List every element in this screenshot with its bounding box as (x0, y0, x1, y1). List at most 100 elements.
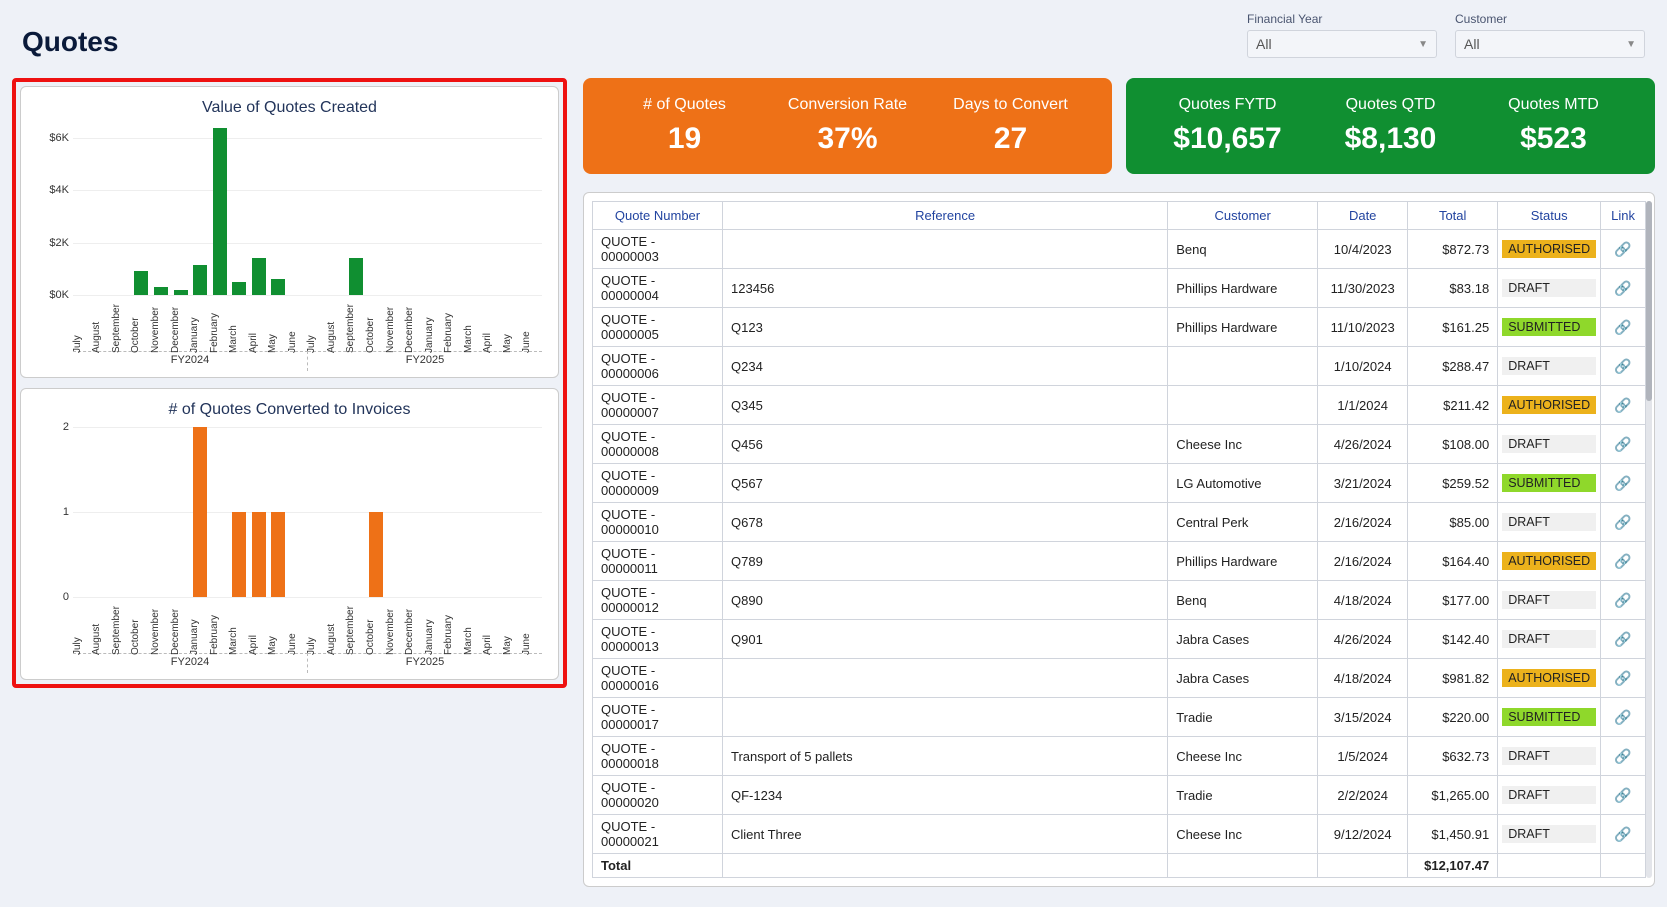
bar[interactable] (193, 265, 207, 295)
bar[interactable] (369, 512, 383, 597)
column-header[interactable]: Quote Number (593, 202, 723, 230)
x-tick: September (347, 295, 367, 351)
bar[interactable] (349, 258, 363, 295)
bar[interactable] (252, 258, 266, 295)
table-row[interactable]: QUOTE - 00000004123456Phillips Hardware1… (593, 269, 1646, 308)
bar[interactable] (193, 427, 207, 597)
table-row[interactable]: QUOTE - 00000018Transport of 5 palletsCh… (593, 737, 1646, 776)
bar[interactable] (134, 271, 148, 295)
cell-link[interactable]: 🔗 (1601, 659, 1646, 698)
cell-total: $83.18 (1408, 269, 1498, 308)
bar[interactable] (252, 512, 266, 597)
x-tick: September (112, 597, 132, 653)
link-icon[interactable]: 🔗 (1614, 241, 1631, 257)
link-icon[interactable]: 🔗 (1614, 475, 1631, 491)
x-tick: December (171, 597, 191, 653)
kpi-label: Quotes MTD (1472, 96, 1635, 114)
link-icon[interactable]: 🔗 (1614, 514, 1631, 530)
table-row[interactable]: QUOTE - 00000007Q3451/1/2024$211.42AUTHO… (593, 386, 1646, 425)
cell-link[interactable]: 🔗 (1601, 308, 1646, 347)
status-badge: SUBMITTED (1502, 474, 1596, 492)
table-row[interactable]: QUOTE - 00000011Q789Phillips Hardware2/1… (593, 542, 1646, 581)
cell-reference: Q890 (723, 581, 1168, 620)
bar[interactable] (271, 279, 285, 295)
status-badge: DRAFT (1502, 435, 1596, 453)
cell-link[interactable]: 🔗 (1601, 503, 1646, 542)
status-badge: AUTHORISED (1502, 396, 1596, 414)
cell-link[interactable]: 🔗 (1601, 269, 1646, 308)
link-icon[interactable]: 🔗 (1614, 631, 1631, 647)
chart-value-quotes[interactable]: Value of Quotes Created$0K$2K$4K$6KJulyA… (20, 86, 559, 378)
link-icon[interactable]: 🔗 (1614, 358, 1631, 374)
table-row[interactable]: QUOTE - 00000008Q456Cheese Inc4/26/2024$… (593, 425, 1646, 464)
bar[interactable] (213, 128, 227, 295)
column-header[interactable]: Reference (723, 202, 1168, 230)
cell-date: 11/30/2023 (1318, 269, 1408, 308)
table-row[interactable]: QUOTE - 00000021Client ThreeCheese Inc9/… (593, 815, 1646, 854)
cell-customer: Cheese Inc (1168, 737, 1318, 776)
chart-title: # of Quotes Converted to Invoices (33, 397, 546, 427)
x-tick: July (308, 597, 328, 653)
scrollbar-thumb[interactable] (1646, 201, 1652, 401)
column-header[interactable]: Link (1601, 202, 1646, 230)
bar-slot (249, 512, 269, 597)
cell-link[interactable]: 🔗 (1601, 815, 1646, 854)
cell-link[interactable]: 🔗 (1601, 620, 1646, 659)
cell-reference: Client Three (723, 815, 1168, 854)
cell-link[interactable]: 🔗 (1601, 425, 1646, 464)
link-icon[interactable]: 🔗 (1614, 397, 1631, 413)
filter-fy-select[interactable]: All ▼ (1247, 30, 1437, 58)
link-icon[interactable]: 🔗 (1614, 748, 1631, 764)
column-header[interactable]: Date (1318, 202, 1408, 230)
x-tick: May (503, 295, 523, 351)
bar-slot (151, 287, 171, 295)
y-tick: 1 (33, 506, 69, 518)
cell-link[interactable]: 🔗 (1601, 698, 1646, 737)
cell-total: $259.52 (1408, 464, 1498, 503)
table-row[interactable]: QUOTE - 00000013Q901Jabra Cases4/26/2024… (593, 620, 1646, 659)
table-row[interactable]: QUOTE - 00000012Q890Benq4/18/2024$177.00… (593, 581, 1646, 620)
scrollbar[interactable] (1646, 201, 1652, 878)
link-icon[interactable]: 🔗 (1614, 319, 1631, 335)
bar[interactable] (271, 512, 285, 597)
link-icon[interactable]: 🔗 (1614, 826, 1631, 842)
bar-slot (229, 512, 249, 597)
kpi-value: $10,657 (1146, 122, 1309, 156)
table-row[interactable]: QUOTE - 00000003Benq10/4/2023$872.73AUTH… (593, 230, 1646, 269)
link-icon[interactable]: 🔗 (1614, 709, 1631, 725)
bar[interactable] (232, 512, 246, 597)
cell-quote-number: QUOTE - 00000003 (593, 230, 723, 269)
cell-date: 1/5/2024 (1318, 737, 1408, 776)
cell-link[interactable]: 🔗 (1601, 464, 1646, 503)
cell-link[interactable]: 🔗 (1601, 776, 1646, 815)
filter-customer-select[interactable]: All ▼ (1455, 30, 1645, 58)
table-row[interactable]: QUOTE - 00000009Q567LG Automotive3/21/20… (593, 464, 1646, 503)
cell-customer: Tradie (1168, 698, 1318, 737)
column-header[interactable]: Status (1498, 202, 1601, 230)
table-row[interactable]: QUOTE - 00000006Q2341/10/2024$288.47DRAF… (593, 347, 1646, 386)
cell-link[interactable]: 🔗 (1601, 347, 1646, 386)
table-row[interactable]: QUOTE - 00000017Tradie3/15/2024$220.00SU… (593, 698, 1646, 737)
link-icon[interactable]: 🔗 (1614, 787, 1631, 803)
bar[interactable] (232, 282, 246, 295)
link-icon[interactable]: 🔗 (1614, 592, 1631, 608)
column-header[interactable]: Total (1408, 202, 1498, 230)
kpi-label: Quotes QTD (1309, 96, 1472, 114)
table-row[interactable]: QUOTE - 00000020QF-1234Tradie2/2/2024$1,… (593, 776, 1646, 815)
cell-link[interactable]: 🔗 (1601, 542, 1646, 581)
table-row[interactable]: QUOTE - 00000005Q123Phillips Hardware11/… (593, 308, 1646, 347)
link-icon[interactable]: 🔗 (1614, 553, 1631, 569)
bar[interactable] (154, 287, 168, 295)
link-icon[interactable]: 🔗 (1614, 670, 1631, 686)
cell-link[interactable]: 🔗 (1601, 737, 1646, 776)
link-icon[interactable]: 🔗 (1614, 436, 1631, 452)
table-row[interactable]: QUOTE - 00000010Q678Central Perk2/16/202… (593, 503, 1646, 542)
cell-link[interactable]: 🔗 (1601, 581, 1646, 620)
cell-link[interactable]: 🔗 (1601, 230, 1646, 269)
table-row[interactable]: QUOTE - 00000016Jabra Cases4/18/2024$981… (593, 659, 1646, 698)
link-icon[interactable]: 🔗 (1614, 280, 1631, 296)
column-header[interactable]: Customer (1168, 202, 1318, 230)
chart-converted-invoices[interactable]: # of Quotes Converted to Invoices012July… (20, 388, 559, 680)
cell-link[interactable]: 🔗 (1601, 386, 1646, 425)
x-tick: August (327, 597, 347, 653)
